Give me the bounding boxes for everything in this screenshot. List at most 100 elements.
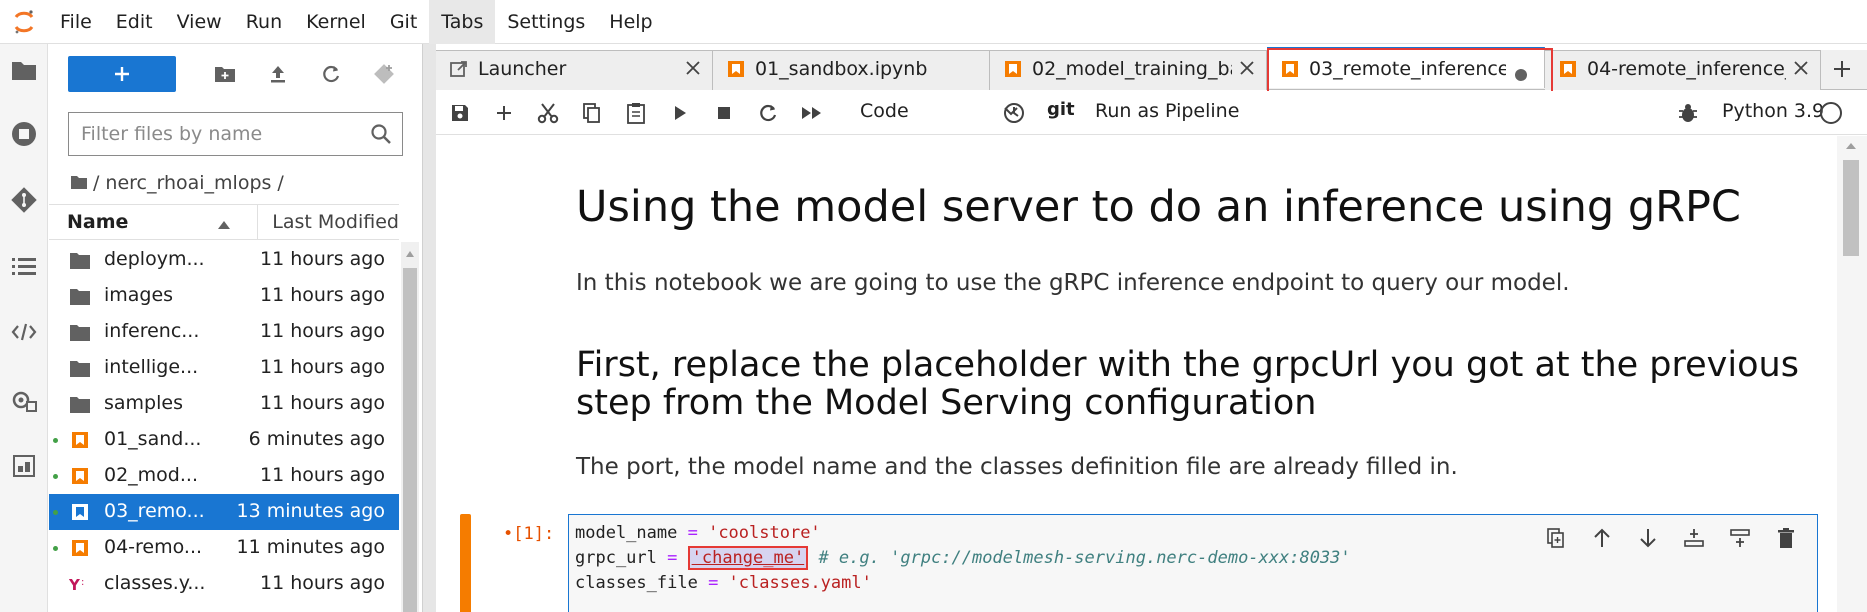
file-list-scroll-thumb[interactable] xyxy=(403,268,417,612)
runtimes-icon[interactable] xyxy=(0,374,48,426)
menu-settings[interactable]: Settings xyxy=(495,0,597,44)
notebook-scrollbar[interactable] xyxy=(1837,136,1867,612)
file-row[interactable]: intellige... 11 hours ago xyxy=(49,350,399,386)
code-string-change-me-highlighted[interactable]: 'change_me' xyxy=(687,546,809,570)
breadcrumb-folder[interactable]: nerc_rhoai_mlops xyxy=(105,172,271,194)
file-modified: 11 hours ago xyxy=(259,356,385,378)
panel-splitter[interactable] xyxy=(422,44,436,612)
file-modified: 11 hours ago xyxy=(259,572,385,594)
file-list: deploym... 11 hours ago images 11 hours ago… xyxy=(49,242,399,602)
restart-icon[interactable] xyxy=(754,99,782,127)
filter-files-input[interactable] xyxy=(81,123,361,145)
menu-view[interactable]: View xyxy=(165,0,234,44)
git-clone-button[interactable] xyxy=(366,56,402,92)
insert-cell-icon[interactable] xyxy=(490,99,518,127)
insert-below-icon[interactable] xyxy=(1725,523,1755,553)
folder-icon[interactable] xyxy=(0,44,48,96)
new-launcher-button[interactable] xyxy=(68,56,176,92)
file-row[interactable]: deploym... 11 hours ago xyxy=(49,242,399,278)
active-cell-bar[interactable] xyxy=(460,514,471,612)
notebook-icon xyxy=(69,465,91,487)
column-divider[interactable] xyxy=(257,205,258,239)
refresh-button[interactable] xyxy=(313,56,349,92)
code-comment: # e.g. 'grpc://modelmesh-serving.nerc-de… xyxy=(808,548,1351,568)
tab-01-sandbox[interactable]: 01_sandbox.ipynb xyxy=(713,50,990,90)
file-row[interactable]: samples 11 hours ago xyxy=(49,386,399,422)
code-snippets-icon[interactable] xyxy=(0,306,48,358)
cut-icon[interactable] xyxy=(534,99,562,127)
notebook-icon xyxy=(727,60,745,83)
menu-help[interactable]: Help xyxy=(597,0,664,44)
file-name: 02_mod... xyxy=(104,464,198,486)
notebook-scroll-thumb[interactable] xyxy=(1843,160,1859,256)
file-row[interactable]: Y: classes.y... 11 hours ago xyxy=(49,566,399,602)
running-icon[interactable] xyxy=(0,108,48,160)
move-up-arrow-icon[interactable] xyxy=(1587,523,1617,553)
close-icon[interactable] xyxy=(1792,59,1810,82)
table-of-contents-icon[interactable] xyxy=(0,240,48,292)
copy-icon[interactable] xyxy=(578,99,606,127)
pipeline-components-icon[interactable] xyxy=(0,440,48,492)
close-icon[interactable] xyxy=(1238,59,1256,82)
delete-trash-icon[interactable] xyxy=(1771,523,1801,553)
close-icon[interactable] xyxy=(684,59,702,82)
column-last-modified[interactable]: Last Modified xyxy=(272,211,399,233)
new-folder-button[interactable] xyxy=(207,56,243,92)
menu-run[interactable]: Run xyxy=(234,0,294,44)
breadcrumb-trail: / xyxy=(277,172,284,194)
tab-02-model-training[interactable]: 02_model_training_ba xyxy=(990,50,1267,90)
code-var-model-name: model_name xyxy=(575,523,678,543)
file-row[interactable]: inferenc... 11 hours ago xyxy=(49,314,399,350)
folder-icon xyxy=(69,321,91,343)
file-row[interactable]: 02_mod... 11 hours ago xyxy=(49,458,399,494)
menu-tabs[interactable]: Tabs xyxy=(429,0,496,44)
scroll-up-icon[interactable] xyxy=(1845,142,1857,150)
search-icon xyxy=(370,123,392,149)
file-row[interactable]: 03_remo... 13 minutes ago xyxy=(49,494,399,530)
file-browser-toolbar xyxy=(49,44,422,100)
kernel-name[interactable]: Python 3.9 xyxy=(1722,100,1824,122)
cell-type-value: Code xyxy=(860,100,909,122)
insert-above-icon[interactable] xyxy=(1679,523,1709,553)
running-indicator-dot xyxy=(53,438,58,443)
menu-git[interactable]: Git xyxy=(378,0,429,44)
folder-icon xyxy=(69,285,91,307)
run-icon[interactable] xyxy=(666,99,694,127)
stop-icon[interactable] xyxy=(710,99,738,127)
menu-edit[interactable]: Edit xyxy=(104,0,165,44)
file-name: samples xyxy=(104,392,183,414)
save-icon[interactable] xyxy=(446,99,474,127)
duplicate-cell-icon[interactable] xyxy=(1541,523,1571,553)
scroll-up-icon[interactable] xyxy=(405,250,415,258)
code-cell-editor[interactable]: model_name = 'coolstore' grpc_url = 'cha… xyxy=(568,514,1818,612)
file-row[interactable]: 04-remo... 11 minutes ago xyxy=(49,530,399,566)
cell-type-select[interactable]: Code xyxy=(860,100,1020,122)
file-list-scrollbar[interactable] xyxy=(401,242,419,612)
tab-04-remote-inference[interactable]: 04-remote_inference_r xyxy=(1545,50,1821,90)
file-row[interactable]: 01_sand... 6 minutes ago xyxy=(49,422,399,458)
git-icon[interactable] xyxy=(0,174,48,226)
clock-icon[interactable] xyxy=(1000,99,1028,127)
plus-icon xyxy=(115,67,129,81)
code-var-grpc-url: grpc_url xyxy=(575,548,657,568)
new-tab-plus-icon[interactable] xyxy=(1831,58,1853,84)
filter-files-input-container xyxy=(68,112,403,156)
paste-icon[interactable] xyxy=(622,99,650,127)
column-name[interactable]: Name xyxy=(67,211,128,233)
debugger-bug-icon[interactable] xyxy=(1674,99,1702,127)
menu-kernel[interactable]: Kernel xyxy=(294,0,378,44)
file-name: inferenc... xyxy=(104,320,200,342)
svg-text:Y: Y xyxy=(69,576,81,593)
move-down-arrow-icon[interactable] xyxy=(1633,523,1663,553)
file-row[interactable]: images 11 hours ago xyxy=(49,278,399,314)
run-as-pipeline-button[interactable]: Run as Pipeline xyxy=(1095,100,1239,122)
code-operator: = xyxy=(677,523,709,543)
fast-forward-icon[interactable] xyxy=(798,99,826,127)
git-diff-button[interactable]: git xyxy=(1047,99,1075,120)
file-name: 01_sand... xyxy=(104,428,202,450)
breadcrumb-folder-icon[interactable] xyxy=(71,172,87,194)
menu-file[interactable]: File xyxy=(48,0,104,44)
tab-label: 01_sandbox.ipynb xyxy=(755,58,928,80)
tab-launcher[interactable]: Launcher xyxy=(436,50,713,90)
upload-button[interactable] xyxy=(260,56,296,92)
